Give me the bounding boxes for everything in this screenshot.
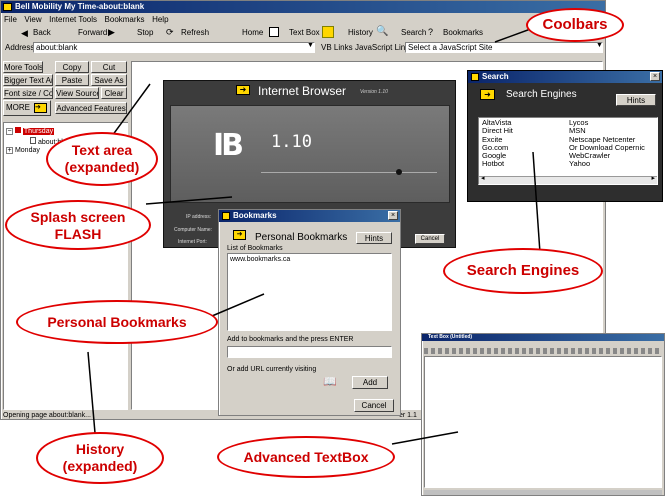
splash-pointer (145, 196, 233, 205)
callout-history: History (expanded) (36, 432, 164, 484)
search-engines-pointer (532, 151, 541, 254)
callout-search-engines: Search Engines (443, 248, 603, 294)
bookmarks-pointer (211, 293, 265, 317)
text-area-pointer (111, 83, 151, 137)
callout-text-area: Text area (expanded) (46, 132, 158, 186)
callout-coolbars: Coolbars (526, 8, 624, 42)
callout-splash: Splash screen FLASH (5, 200, 151, 250)
callout-personal-bookmarks: Personal Bookmarks (16, 300, 218, 344)
annotation-lines (87, 26, 541, 445)
textbox-pointer (391, 431, 459, 445)
history-pointer (87, 351, 96, 434)
callout-advanced-textbox: Advanced TextBox (217, 436, 395, 478)
